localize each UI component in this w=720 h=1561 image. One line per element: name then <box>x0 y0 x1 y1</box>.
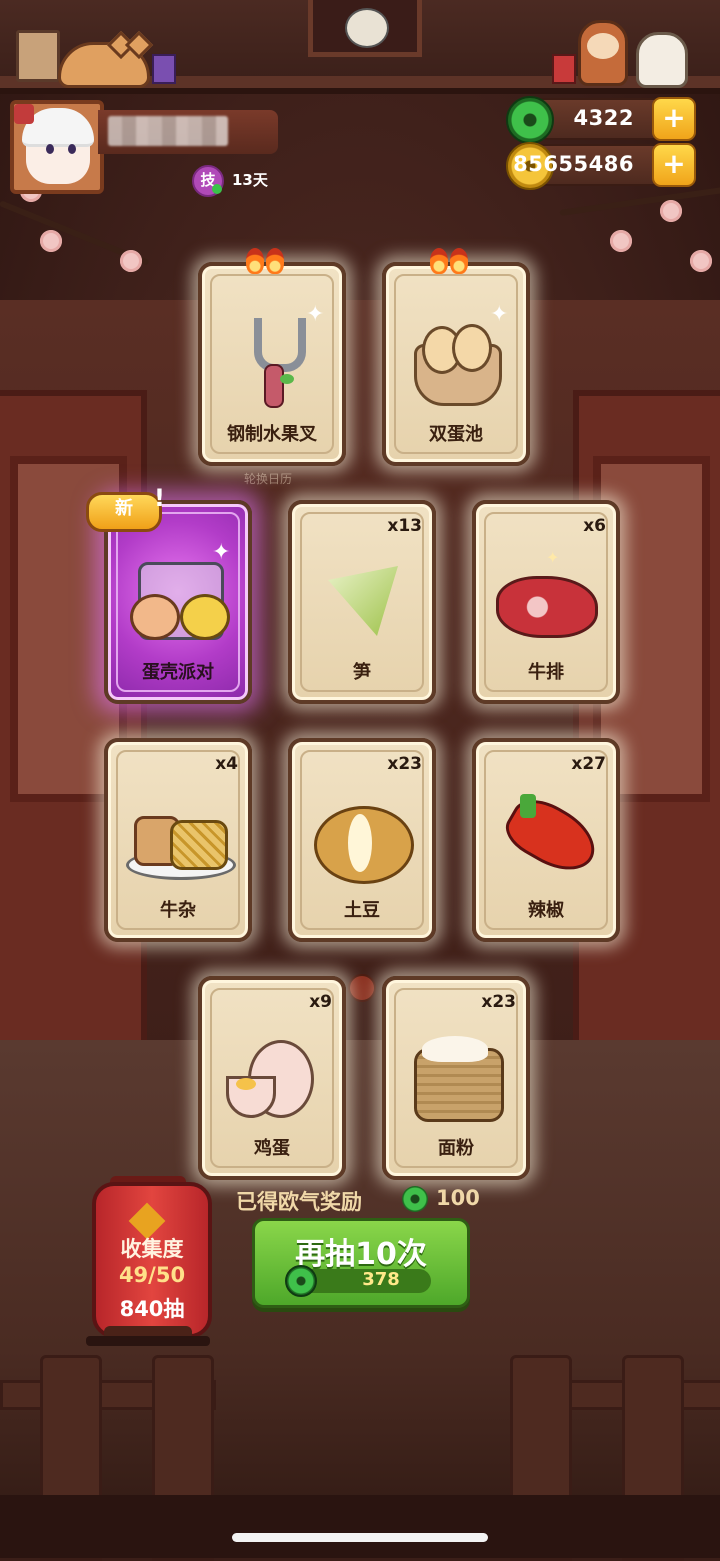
card-potato[interactable]: x23 土豆 <box>288 738 436 942</box>
card-label: 牛杂 <box>160 900 196 921</box>
home-indicator[interactable] <box>232 1533 488 1542</box>
portrait-frame-icon <box>308 0 422 57</box>
left-door-decoration <box>0 390 147 1062</box>
blossom-icon <box>120 250 142 272</box>
scroll-icon <box>16 30 60 82</box>
jade-amount: 4322 <box>573 106 634 130</box>
add-jade-button[interactable]: + <box>652 97 696 141</box>
player-days: 13天 <box>232 171 268 189</box>
jade-coin-icon <box>402 1186 428 1212</box>
white-cat-icon <box>636 32 688 88</box>
card-bamboo-shoot[interactable]: x13 笋 <box>288 500 436 704</box>
player-name-redacted <box>108 116 228 146</box>
beef-offal-icon <box>108 780 248 890</box>
top-shelf <box>0 0 720 94</box>
card-label: 牛排 <box>528 662 564 683</box>
card-eggshell-party[interactable]: 新 ! ✦ 蛋壳派对 <box>86 484 252 704</box>
card-label: 鸡蛋 <box>254 1138 290 1159</box>
chili-icon <box>476 780 616 890</box>
jade-coin-icon <box>506 96 554 144</box>
gold-amount: 85655486 <box>513 152 634 176</box>
card-beef-offal[interactable]: x4 牛杂 <box>104 738 252 942</box>
skill-up-icon <box>212 184 222 194</box>
draw-again-label: 再抽10次 <box>295 1237 427 1272</box>
collection-draw-count: 840抽 <box>119 1297 185 1321</box>
reward-label: 已得欧气奖励 <box>236 1190 362 1214</box>
potato-icon <box>292 780 432 890</box>
right-door-decoration <box>573 390 720 1062</box>
card-count: x13 <box>387 516 422 536</box>
bottom-bar <box>0 1495 720 1558</box>
card-count: x9 <box>309 992 332 1012</box>
blossom-icon <box>660 200 682 222</box>
sparkle-icon: ✦ <box>490 302 509 327</box>
card-steak[interactable]: x6 ✦ 牛排 <box>472 500 620 704</box>
eggshell-party-icon <box>108 542 248 652</box>
card-count: x23 <box>481 992 516 1012</box>
player-avatar[interactable] <box>10 100 104 194</box>
new-badge: 新 <box>86 492 162 532</box>
card-count: x23 <box>387 754 422 774</box>
compass-icon <box>348 974 376 1002</box>
lantern-stand <box>86 1336 210 1346</box>
card-chili[interactable]: x27 辣椒 <box>472 738 620 942</box>
reward-value: 100 <box>436 1186 480 1210</box>
blossom-icon <box>690 250 712 272</box>
fire-icon <box>450 248 468 274</box>
card-double-egg-pool[interactable]: ✦ 双蛋池 <box>382 248 530 466</box>
flour-sack-icon <box>386 1018 526 1128</box>
collection-progress: 49/50 <box>118 1263 186 1287</box>
card-label: 钢制水果叉 <box>227 424 317 445</box>
card-label: 蛋壳派对 <box>142 662 214 683</box>
bamboo-shoot-icon <box>292 542 432 652</box>
gold-currency-bar: 85655486 + <box>506 142 696 190</box>
jade-currency-bar: 4322 + <box>506 96 696 144</box>
collection-title: 收集度 <box>120 1237 184 1261</box>
doll-icon <box>578 20 628 86</box>
purple-jar-icon <box>152 54 176 84</box>
sparkle-icon: ✦ <box>306 302 325 327</box>
fire-icon <box>430 248 448 274</box>
draw-cost: 378 <box>362 1269 400 1290</box>
fire-icon <box>246 248 264 274</box>
jade-coin-icon <box>285 1265 317 1297</box>
card-egg[interactable]: x9 鸡蛋 <box>198 976 346 1180</box>
steak-icon <box>476 542 616 652</box>
egg-icon <box>202 1018 342 1128</box>
exclamation-icon: ! <box>154 484 165 512</box>
rotation-calendar-label[interactable]: 轮换日历 <box>244 470 292 487</box>
add-gold-button[interactable]: + <box>652 143 696 187</box>
card-label: 面粉 <box>438 1138 474 1159</box>
card-count: x27 <box>571 754 606 774</box>
card-flour[interactable]: x23 面粉 <box>382 976 530 1180</box>
draw-again-button[interactable]: 再抽10次 378 <box>252 1218 470 1308</box>
card-steel-fruit-fork[interactable]: ✦ 钢制水果叉 <box>198 248 346 466</box>
red-jar-icon <box>552 54 576 84</box>
fire-icon <box>266 248 284 274</box>
card-label: 笋 <box>353 662 371 683</box>
card-label: 辣椒 <box>528 900 564 921</box>
card-count: x6 <box>583 516 606 536</box>
blossom-icon <box>610 230 632 252</box>
orange-cat-icon <box>58 30 154 88</box>
blossom-icon <box>40 230 62 252</box>
card-label: 双蛋池 <box>429 424 483 445</box>
card-label: 土豆 <box>344 900 380 921</box>
card-count: x4 <box>215 754 238 774</box>
